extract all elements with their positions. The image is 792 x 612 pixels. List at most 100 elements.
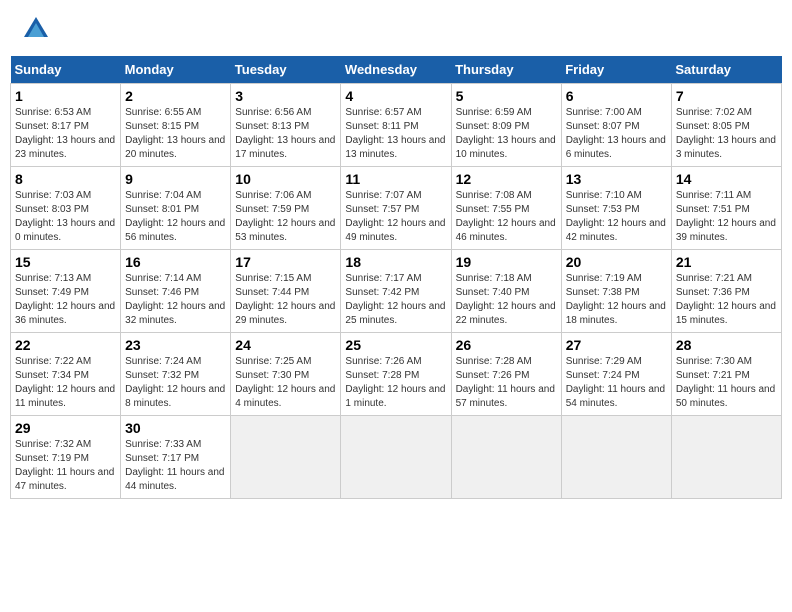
calendar-cell: 13Sunrise: 7:10 AMSunset: 7:53 PMDayligh… <box>561 167 671 250</box>
day-info: Sunrise: 6:56 AMSunset: 8:13 PMDaylight:… <box>235 106 336 162</box>
day-number: 14 <box>676 171 777 187</box>
day-info: Sunrise: 7:06 AMSunset: 7:59 PMDaylight:… <box>235 189 336 245</box>
day-number: 15 <box>15 254 116 270</box>
day-of-week-header: Wednesday <box>341 56 451 84</box>
calendar-cell: 16Sunrise: 7:14 AMSunset: 7:46 PMDayligh… <box>121 250 231 333</box>
calendar-cell: 29Sunrise: 7:32 AMSunset: 7:19 PMDayligh… <box>11 416 121 499</box>
calendar-cell: 6 Sunrise: 7:00 AMSunset: 8:07 PMDaylight… <box>561 84 671 167</box>
day-info: Sunrise: 7:10 AMSunset: 7:53 PMDaylight:… <box>566 189 667 245</box>
calendar-cell: 1 Sunrise: 6:53 AMSunset: 8:17 PMDaylight… <box>11 84 121 167</box>
day-number: 3 <box>235 88 336 104</box>
day-info: Sunrise: 7:18 AMSunset: 7:40 PMDaylight:… <box>456 272 557 328</box>
day-info: Sunrise: 7:15 AMSunset: 7:44 PMDaylight:… <box>235 272 336 328</box>
day-number: 18 <box>345 254 446 270</box>
calendar-week-row: 1 Sunrise: 6:53 AMSunset: 8:17 PMDaylight… <box>11 84 782 167</box>
day-number: 11 <box>345 171 446 187</box>
day-number: 10 <box>235 171 336 187</box>
day-info: Sunrise: 7:11 AMSunset: 7:51 PMDaylight:… <box>676 189 777 245</box>
logo <box>20 15 50 43</box>
calendar-cell: 25 Sunrise: 7:26 AMSunset: 7:28 PMDayligh… <box>341 333 451 416</box>
day-number: 6 <box>566 88 667 104</box>
day-info: Sunrise: 7:17 AMSunset: 7:42 PMDaylight:… <box>345 272 446 328</box>
calendar-cell <box>341 416 451 499</box>
day-of-week-header: Saturday <box>671 56 781 84</box>
calendar-cell: 11 Sunrise: 7:07 AMSunset: 7:57 PMDayligh… <box>341 167 451 250</box>
day-info: Sunrise: 7:04 AMSunset: 8:01 PMDaylight:… <box>125 189 226 245</box>
calendar-cell: 18 Sunrise: 7:17 AMSunset: 7:42 PMDayligh… <box>341 250 451 333</box>
day-number: 4 <box>345 88 446 104</box>
day-number: 30 <box>125 420 226 436</box>
day-info: Sunrise: 7:03 AMSunset: 8:03 PMDaylight:… <box>15 189 116 245</box>
day-info: Sunrise: 7:08 AMSunset: 7:55 PMDaylight:… <box>456 189 557 245</box>
calendar-cell: 10 Sunrise: 7:06 AMSunset: 7:59 PMDayligh… <box>231 167 341 250</box>
calendar-table: SundayMondayTuesdayWednesdayThursdayFrid… <box>10 56 782 499</box>
day-info: Sunrise: 7:13 AMSunset: 7:49 PMDaylight:… <box>15 272 116 328</box>
day-number: 22 <box>15 337 116 353</box>
calendar-week-row: 29Sunrise: 7:32 AMSunset: 7:19 PMDayligh… <box>11 416 782 499</box>
day-of-week-header: Friday <box>561 56 671 84</box>
calendar-cell <box>231 416 341 499</box>
day-of-week-header: Tuesday <box>231 56 341 84</box>
day-info: Sunrise: 7:26 AMSunset: 7:28 PMDaylight:… <box>345 355 446 411</box>
calendar-cell: 27 Sunrise: 7:29 AMSunset: 7:24 PMDayligh… <box>561 333 671 416</box>
day-number: 5 <box>456 88 557 104</box>
day-info: Sunrise: 7:22 AMSunset: 7:34 PMDaylight:… <box>15 355 116 411</box>
day-info: Sunrise: 6:53 AMSunset: 8:17 PMDaylight:… <box>15 106 116 162</box>
calendar-cell: 3 Sunrise: 6:56 AMSunset: 8:13 PMDaylight… <box>231 84 341 167</box>
day-number: 8 <box>15 171 116 187</box>
day-of-week-header: Sunday <box>11 56 121 84</box>
day-number: 20 <box>566 254 667 270</box>
day-number: 9 <box>125 171 226 187</box>
calendar-cell: 26 Sunrise: 7:28 AMSunset: 7:26 PMDayligh… <box>451 333 561 416</box>
calendar-cell: 14 Sunrise: 7:11 AMSunset: 7:51 PMDayligh… <box>671 167 781 250</box>
calendar-cell: 22 Sunrise: 7:22 AMSunset: 7:34 PMDayligh… <box>11 333 121 416</box>
day-info: Sunrise: 7:29 AMSunset: 7:24 PMDaylight:… <box>566 355 667 411</box>
day-number: 26 <box>456 337 557 353</box>
day-number: 24 <box>235 337 336 353</box>
day-info: Sunrise: 7:24 AMSunset: 7:32 PMDaylight:… <box>125 355 226 411</box>
calendar-cell <box>451 416 561 499</box>
day-info: Sunrise: 7:25 AMSunset: 7:30 PMDaylight:… <box>235 355 336 411</box>
day-info: Sunrise: 7:00 AMSunset: 8:07 PMDaylight:… <box>566 106 667 162</box>
calendar-cell: 17Sunrise: 7:15 AMSunset: 7:44 PMDayligh… <box>231 250 341 333</box>
day-of-week-header: Monday <box>121 56 231 84</box>
day-number: 25 <box>345 337 446 353</box>
calendar-cell: 8 Sunrise: 7:03 AMSunset: 8:03 PMDaylight… <box>11 167 121 250</box>
calendar-cell: 19Sunrise: 7:18 AMSunset: 7:40 PMDayligh… <box>451 250 561 333</box>
day-number: 27 <box>566 337 667 353</box>
day-number: 21 <box>676 254 777 270</box>
day-info: Sunrise: 6:59 AMSunset: 8:09 PMDaylight:… <box>456 106 557 162</box>
day-of-week-header: Thursday <box>451 56 561 84</box>
calendar-cell <box>671 416 781 499</box>
day-number: 28 <box>676 337 777 353</box>
calendar-week-row: 8 Sunrise: 7:03 AMSunset: 8:03 PMDaylight… <box>11 167 782 250</box>
calendar-week-row: 15 Sunrise: 7:13 AMSunset: 7:49 PMDayligh… <box>11 250 782 333</box>
day-number: 1 <box>15 88 116 104</box>
calendar-cell: 4 Sunrise: 6:57 AMSunset: 8:11 PMDaylight… <box>341 84 451 167</box>
calendar-cell: 2Sunrise: 6:55 AMSunset: 8:15 PMDaylight… <box>121 84 231 167</box>
day-info: Sunrise: 7:14 AMSunset: 7:46 PMDaylight:… <box>125 272 226 328</box>
calendar-cell: 12 Sunrise: 7:08 AMSunset: 7:55 PMDayligh… <box>451 167 561 250</box>
day-info: Sunrise: 6:57 AMSunset: 8:11 PMDaylight:… <box>345 106 446 162</box>
calendar-cell: 15 Sunrise: 7:13 AMSunset: 7:49 PMDayligh… <box>11 250 121 333</box>
day-info: Sunrise: 7:07 AMSunset: 7:57 PMDaylight:… <box>345 189 446 245</box>
calendar-week-row: 22 Sunrise: 7:22 AMSunset: 7:34 PMDayligh… <box>11 333 782 416</box>
day-info: Sunrise: 7:19 AMSunset: 7:38 PMDaylight:… <box>566 272 667 328</box>
day-number: 23 <box>125 337 226 353</box>
calendar-cell: 21 Sunrise: 7:21 AMSunset: 7:36 PMDayligh… <box>671 250 781 333</box>
day-info: Sunrise: 6:55 AMSunset: 8:15 PMDaylight:… <box>125 106 226 162</box>
calendar-cell: 9 Sunrise: 7:04 AMSunset: 8:01 PMDaylight… <box>121 167 231 250</box>
calendar-cell: 7Sunrise: 7:02 AMSunset: 8:05 PMDaylight… <box>671 84 781 167</box>
calendar-cell: 20 Sunrise: 7:19 AMSunset: 7:38 PMDayligh… <box>561 250 671 333</box>
day-info: Sunrise: 7:28 AMSunset: 7:26 PMDaylight:… <box>456 355 557 411</box>
logo-icon <box>22 15 50 43</box>
day-info: Sunrise: 7:21 AMSunset: 7:36 PMDaylight:… <box>676 272 777 328</box>
day-number: 12 <box>456 171 557 187</box>
day-info: Sunrise: 7:02 AMSunset: 8:05 PMDaylight:… <box>676 106 777 162</box>
calendar-cell: 28 Sunrise: 7:30 AMSunset: 7:21 PMDayligh… <box>671 333 781 416</box>
day-info: Sunrise: 7:30 AMSunset: 7:21 PMDaylight:… <box>676 355 777 411</box>
calendar-cell: 23 Sunrise: 7:24 AMSunset: 7:32 PMDayligh… <box>121 333 231 416</box>
day-info: Sunrise: 7:33 AMSunset: 7:17 PMDaylight:… <box>125 438 226 494</box>
days-of-week-row: SundayMondayTuesdayWednesdayThursdayFrid… <box>11 56 782 84</box>
calendar-cell: 5 Sunrise: 6:59 AMSunset: 8:09 PMDaylight… <box>451 84 561 167</box>
